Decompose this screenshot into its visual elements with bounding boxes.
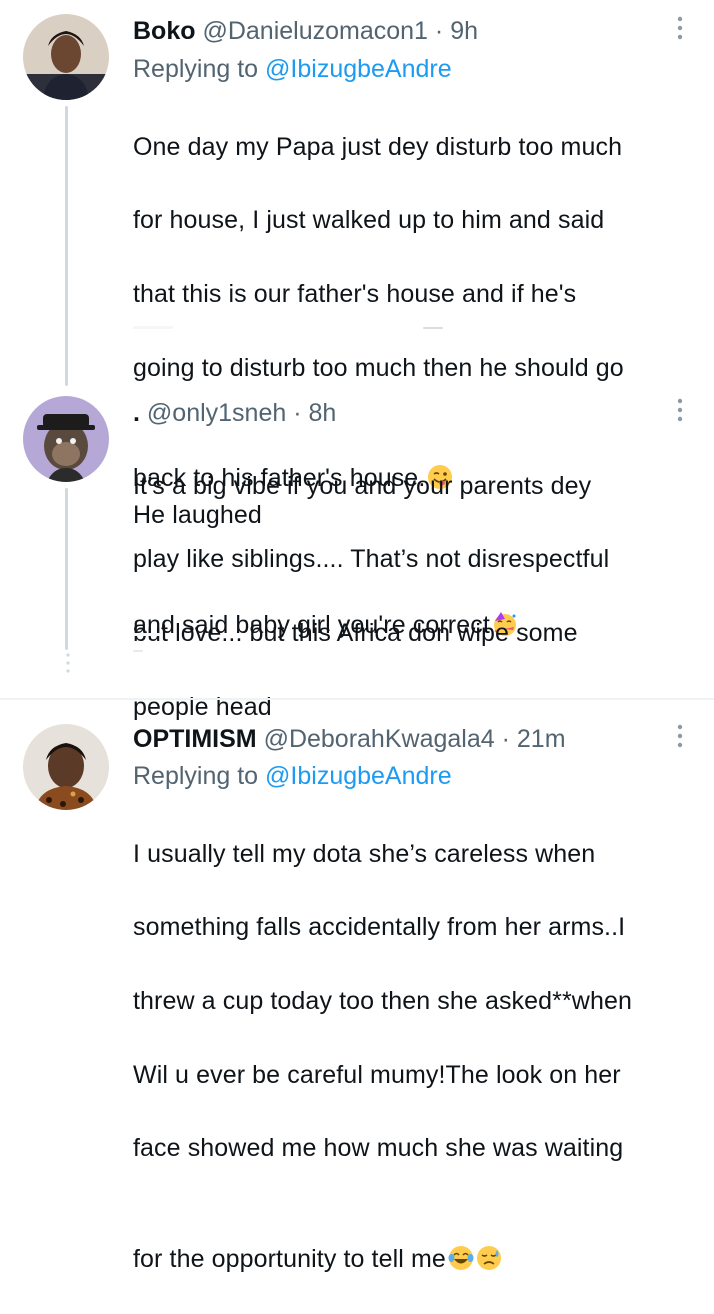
avatar[interactable]	[23, 14, 109, 100]
user-handle[interactable]: @Danieluzomacon1	[202, 17, 428, 45]
tweet-text-line: Wil u ever be careful mumy!The look on h…	[133, 1060, 621, 1089]
more-options-icon[interactable]	[668, 14, 692, 44]
replying-to-label: Replying to	[133, 762, 259, 790]
thread-continuation-dots	[66, 653, 70, 673]
meta-separator: ·	[293, 399, 302, 427]
more-options-icon[interactable]	[668, 722, 692, 752]
meta-separator: ·	[434, 17, 444, 45]
tweet-text-line: I usually tell my dota she’s careless wh…	[133, 839, 596, 868]
avatar[interactable]	[23, 724, 109, 810]
replying-to-mention[interactable]: @IbizugbeAndre	[265, 55, 452, 83]
tweet-text-line: something falls accidentally from her ar…	[133, 913, 626, 942]
avatar[interactable]	[23, 396, 109, 482]
tweet-header: . @only1sneh · 8h	[133, 398, 336, 428]
tweet-text-line: for the opportunity to tell me	[133, 1204, 708, 1278]
thread-line	[65, 106, 68, 386]
more-options-icon[interactable]	[668, 396, 692, 426]
tweet-time[interactable]: 21m	[517, 725, 566, 753]
tweet-time[interactable]: 9h	[450, 17, 478, 45]
avatar-photo-woman	[23, 14, 109, 100]
tweet-text-line: for house, I just walked up to him and s…	[133, 206, 605, 235]
avatar-photo-woman	[23, 724, 109, 810]
avatar-ape-nft	[23, 396, 109, 482]
display-name[interactable]: Boko	[133, 17, 196, 45]
tweet-header: Boko @Danieluzomacon1 · 9h	[133, 16, 478, 46]
display-name[interactable]: OPTIMISM	[133, 725, 257, 753]
tweet-header: OPTIMISM @DeborahKwagala4 · 21m	[133, 724, 566, 754]
tweet-text-line: One day my Papa just dey disturb too muc…	[133, 132, 623, 161]
tweet-text-line: threw a cup today too then she asked**wh…	[133, 986, 632, 1015]
action-bar-faint	[133, 633, 161, 652]
tweet-text: I usually tell my dota she’s careless wh…	[133, 799, 708, 1314]
face-with-tears-of-joy-icon	[448, 1245, 474, 1270]
meta-separator: ·	[501, 725, 510, 753]
tweet-optimism[interactable]: OPTIMISM @DeborahKwagala4 · 21m Replying…	[0, 700, 714, 1273]
tweet-text-line: face showed me how much she was waiting	[133, 1134, 624, 1163]
display-name[interactable]: .	[133, 399, 140, 427]
tweet-text-line: going to disturb too much then he should…	[133, 353, 624, 382]
disappointed-relieved-face-icon	[476, 1245, 501, 1270]
tweet-text-line: but love... but this Africa don wipe som…	[133, 618, 578, 647]
tweet-only1sneh[interactable]: . @only1sneh · 8h It’s a big vibe if you…	[0, 385, 714, 721]
tweet-time[interactable]: 8h	[309, 399, 337, 427]
replying-to: Replying to @IbizugbeAndre	[133, 761, 452, 791]
replying-to: Replying to @IbizugbeAndre	[133, 54, 452, 84]
tweet-text-line: that this is our father's house and if h…	[133, 279, 577, 308]
tweet-text-line: It’s a big vibe if you and your parents …	[133, 471, 592, 500]
replying-to-label: Replying to	[133, 55, 259, 83]
user-handle[interactable]: @DeborahKwagala4	[264, 725, 495, 753]
tweet-text-line: play like siblings.... That’s not disres…	[133, 545, 610, 574]
tweet-boko[interactable]: Boko @Danieluzomacon1 · 9h Replying to @…	[0, 0, 714, 639]
tweet-text-segment: for the opportunity to tell me	[133, 1244, 446, 1273]
thread-line	[65, 488, 68, 650]
replying-to-mention[interactable]: @IbizugbeAndre	[265, 762, 452, 790]
user-handle[interactable]: @only1sneh	[147, 399, 286, 427]
action-bar-faint	[133, 326, 443, 329]
